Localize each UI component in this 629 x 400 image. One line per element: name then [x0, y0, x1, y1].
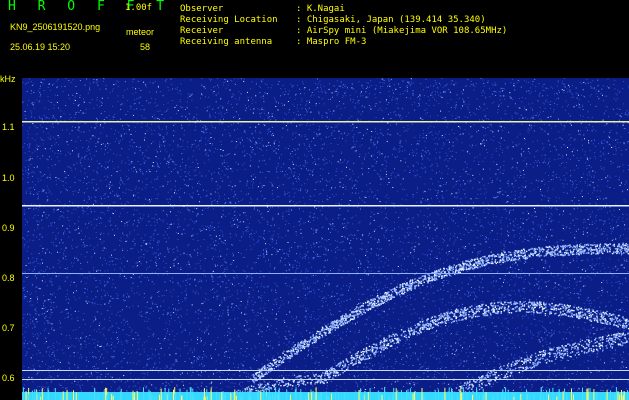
antenna-label: Receiving antenna	[180, 37, 273, 47]
meteor-count: 58	[140, 42, 151, 52]
y-tick-label: 1.1	[2, 122, 15, 132]
version-label: 1.00f	[125, 3, 153, 13]
y-tick-label: 0.9	[2, 223, 15, 233]
datetime-label: 25.06.19 15:20	[10, 42, 71, 52]
spectrogram-canvas	[22, 78, 629, 400]
observer-value: : K.Nagai	[296, 4, 345, 14]
filename-label: KN9_2506191520.png	[10, 22, 101, 32]
location-value: : Chigasaki, Japan (139.414 35.340)	[296, 15, 486, 25]
observer-label: Observer	[180, 4, 224, 14]
spectrogram	[22, 78, 629, 400]
y-tick-label: 0.6	[2, 373, 15, 383]
antenna-value: : Maspro FM-3	[296, 37, 367, 47]
y-tick-label: 1.0	[2, 173, 15, 183]
y-tick-label: 0.8	[2, 273, 15, 283]
meteor-label: meteor	[126, 27, 155, 37]
header: H R O F F T 1.00f KN9_2506191520.png met…	[0, 0, 629, 72]
receiver-label: Receiver	[180, 26, 224, 36]
y-unit-label: kHz	[0, 74, 16, 84]
location-label: Receiving Location	[180, 15, 278, 25]
receiver-value: : AirSpy mini (Miakejima VOR 108.65MHz)	[296, 26, 508, 36]
y-tick-label: 0.7	[2, 323, 15, 333]
